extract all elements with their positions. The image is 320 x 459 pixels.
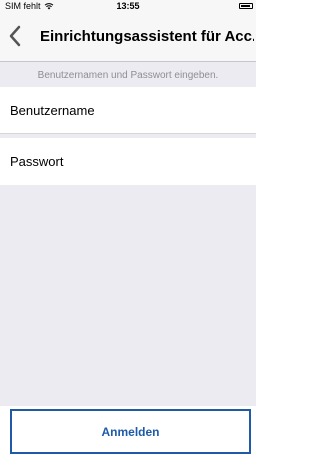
battery-icon	[239, 3, 253, 9]
username-field[interactable]	[0, 87, 256, 134]
login-button[interactable]: Anmelden	[10, 409, 251, 454]
instruction-text: Benutzernamen und Passwort eingeben.	[37, 70, 219, 81]
login-footer: Anmelden	[0, 406, 256, 459]
password-field[interactable]	[0, 138, 256, 185]
screen: SIM fehlt 13:55 Einrichtungsassistent fü…	[0, 0, 256, 459]
status-time: 13:55	[116, 1, 140, 11]
navigation-bar: Einrichtungsassistent für Acc...	[0, 14, 256, 62]
battery-level	[241, 5, 250, 7]
page-title: Einrichtungsassistent für Acc...	[40, 28, 254, 45]
status-bar: SIM fehlt 13:55	[0, 0, 256, 14]
back-button[interactable]	[8, 24, 22, 48]
chevron-left-icon	[9, 25, 21, 47]
